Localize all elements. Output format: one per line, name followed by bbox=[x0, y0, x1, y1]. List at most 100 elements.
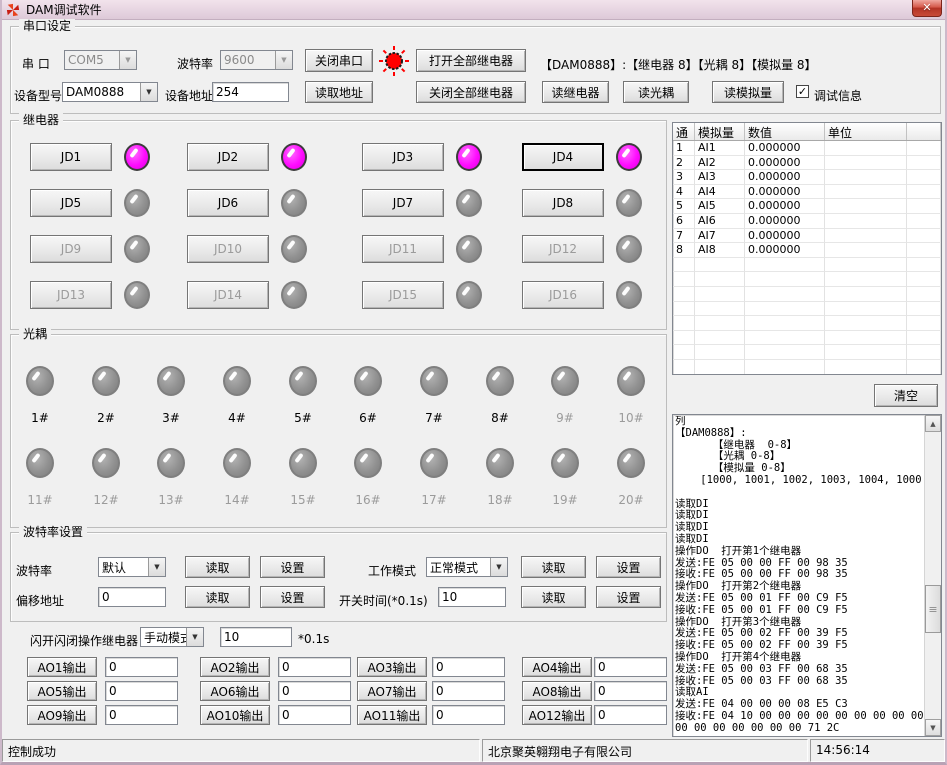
relay-jd6-button[interactable]: JD6 bbox=[187, 189, 269, 217]
opto-cell: 15# bbox=[280, 448, 326, 507]
opto-17-label: 17# bbox=[411, 493, 457, 507]
ao10-output-button[interactable]: AO10输出 bbox=[200, 705, 270, 725]
ao5-output-input[interactable] bbox=[105, 681, 178, 701]
scrollbar-thumb[interactable] bbox=[925, 585, 941, 633]
clear-log-button[interactable]: 清空 bbox=[874, 384, 938, 407]
relay-jd8-lamp bbox=[616, 189, 642, 217]
ao3-output-button[interactable]: AO3输出 bbox=[357, 657, 427, 677]
opto-cell: 5# bbox=[280, 366, 326, 425]
ao11-output-input[interactable] bbox=[432, 705, 505, 725]
offset-read-button[interactable]: 读取 bbox=[185, 586, 250, 608]
ao9-output-button[interactable]: AO9输出 bbox=[27, 705, 97, 725]
relay-jd1-button[interactable]: JD1 bbox=[30, 143, 112, 171]
relay-jd8-button[interactable]: JD8 bbox=[522, 189, 604, 217]
work-mode-read-button[interactable]: 读取 bbox=[521, 556, 586, 578]
close-all-relays-button[interactable]: 关闭全部继电器 bbox=[416, 81, 526, 103]
switch-time-input[interactable] bbox=[438, 587, 506, 607]
open-all-relays-button[interactable]: 打开全部继电器 bbox=[416, 49, 526, 72]
opto-cell: 8# bbox=[477, 366, 523, 425]
ao6-output-input[interactable] bbox=[278, 681, 351, 701]
log-scrollbar[interactable] bbox=[924, 415, 941, 736]
log-panel[interactable]: 列 【DAM0888】: 【继电器 0-8】 【光耦 0-8】 【模拟量 0-8… bbox=[672, 414, 942, 737]
ao7-output-input[interactable] bbox=[432, 681, 505, 701]
relay-cell: JD5 bbox=[30, 189, 150, 217]
col-header-channel[interactable]: 通 bbox=[673, 123, 695, 140]
opto-3-label: 3# bbox=[148, 411, 194, 425]
serial-baud-combo: 9600 bbox=[220, 50, 293, 70]
ao3-output-input[interactable] bbox=[432, 657, 505, 677]
flash-mode-combo[interactable]: 手动模式 bbox=[140, 627, 204, 647]
ao2-output-input[interactable] bbox=[278, 657, 351, 677]
opto-cell: 18# bbox=[477, 448, 523, 507]
device-addr-input[interactable] bbox=[212, 82, 289, 102]
read-relay-button[interactable]: 读继电器 bbox=[542, 81, 609, 103]
ao1-output-button[interactable]: AO1输出 bbox=[27, 657, 97, 677]
relay-jd3-button[interactable]: JD3 bbox=[362, 143, 444, 171]
opto-18-lamp bbox=[486, 448, 514, 478]
ao4-output-button[interactable]: AO4输出 bbox=[522, 657, 592, 677]
ao7-output-button[interactable]: AO7输出 bbox=[357, 681, 427, 701]
col-header-extra[interactable] bbox=[907, 123, 941, 140]
offset-addr-input[interactable] bbox=[98, 587, 166, 607]
ao12-output-button[interactable]: AO12输出 bbox=[522, 705, 592, 725]
cell-analog: AI6 bbox=[695, 214, 745, 229]
opto-7-label: 7# bbox=[411, 411, 457, 425]
ao12-output-input[interactable] bbox=[594, 705, 667, 725]
col-header-value[interactable]: 数值 bbox=[745, 123, 825, 140]
cell-channel: 6 bbox=[673, 214, 695, 229]
ao10-output-input[interactable] bbox=[278, 705, 351, 725]
debug-info-checkbox[interactable] bbox=[796, 85, 809, 98]
read-addr-button[interactable]: 读取地址 bbox=[305, 81, 373, 103]
cell-unit bbox=[825, 185, 907, 200]
close-serial-button[interactable]: 关闭串口 bbox=[305, 49, 373, 72]
opto-16-lamp bbox=[354, 448, 382, 478]
relay-jd5-button[interactable]: JD5 bbox=[30, 189, 112, 217]
read-opto-button[interactable]: 读光耦 bbox=[623, 81, 689, 103]
offset-addr-label: 偏移地址 bbox=[16, 592, 64, 609]
switch-time-set-button[interactable]: 设置 bbox=[596, 586, 661, 608]
baud-combo[interactable]: 默认 bbox=[98, 557, 166, 577]
ao8-output-button[interactable]: AO8输出 bbox=[522, 681, 592, 701]
ao9-output-input[interactable] bbox=[105, 705, 178, 725]
offset-set-button[interactable]: 设置 bbox=[260, 586, 325, 608]
device-model-combo[interactable]: DAM0888 bbox=[62, 82, 158, 102]
close-button[interactable]: ✕ bbox=[912, 0, 942, 17]
relay-jd14-button: JD14 bbox=[187, 281, 269, 309]
cell-channel: 8 bbox=[673, 243, 695, 258]
switch-time-read-button[interactable]: 读取 bbox=[521, 586, 586, 608]
read-analog-button[interactable]: 读模拟量 bbox=[712, 81, 784, 103]
relay-jd7-button[interactable]: JD7 bbox=[362, 189, 444, 217]
ao1-output-input[interactable] bbox=[105, 657, 178, 677]
cell-channel: 5 bbox=[673, 199, 695, 214]
baud-set-button[interactable]: 设置 bbox=[260, 556, 325, 578]
baud-read-button[interactable]: 读取 bbox=[185, 556, 250, 578]
opto-4-label: 4# bbox=[214, 411, 260, 425]
ao6-output-button[interactable]: AO6输出 bbox=[200, 681, 270, 701]
ao2-output-button[interactable]: AO2输出 bbox=[200, 657, 270, 677]
table-row: 8 AI8 0.000000 bbox=[673, 243, 941, 258]
flash-relay-label: 闪开闪闭操作继电器 bbox=[30, 632, 138, 649]
analog-table-header: 通 模拟量 数值 单位 bbox=[673, 123, 941, 141]
ao8-output-input[interactable] bbox=[594, 681, 667, 701]
cell-channel: 3 bbox=[673, 170, 695, 185]
relay-jd2-button[interactable]: JD2 bbox=[187, 143, 269, 171]
opto-cell: 1# bbox=[17, 366, 63, 425]
scroll-down-icon[interactable] bbox=[925, 719, 941, 736]
relay-cell: JD6 bbox=[187, 189, 307, 217]
status-bar: 控制成功 北京聚英翱翔电子有限公司 14:56:14 bbox=[2, 738, 945, 762]
ao11-output-button[interactable]: AO11输出 bbox=[357, 705, 427, 725]
ao4-output-input[interactable] bbox=[594, 657, 667, 677]
work-mode-combo[interactable]: 正常模式 bbox=[426, 557, 508, 577]
flash-time-input[interactable] bbox=[220, 627, 292, 647]
col-header-unit[interactable]: 单位 bbox=[825, 123, 907, 140]
relay-jd4-button[interactable]: JD4 bbox=[522, 143, 604, 171]
work-mode-set-button[interactable]: 设置 bbox=[596, 556, 661, 578]
cell-analog: AI7 bbox=[695, 229, 745, 244]
col-header-analog[interactable]: 模拟量 bbox=[695, 123, 745, 140]
cell-unit bbox=[825, 156, 907, 171]
ao5-output-button[interactable]: AO5输出 bbox=[27, 681, 97, 701]
relay-cell: JD13 bbox=[30, 281, 150, 309]
app-icon bbox=[6, 3, 20, 17]
scroll-up-icon[interactable] bbox=[925, 415, 941, 432]
chevron-down-icon bbox=[119, 51, 136, 69]
